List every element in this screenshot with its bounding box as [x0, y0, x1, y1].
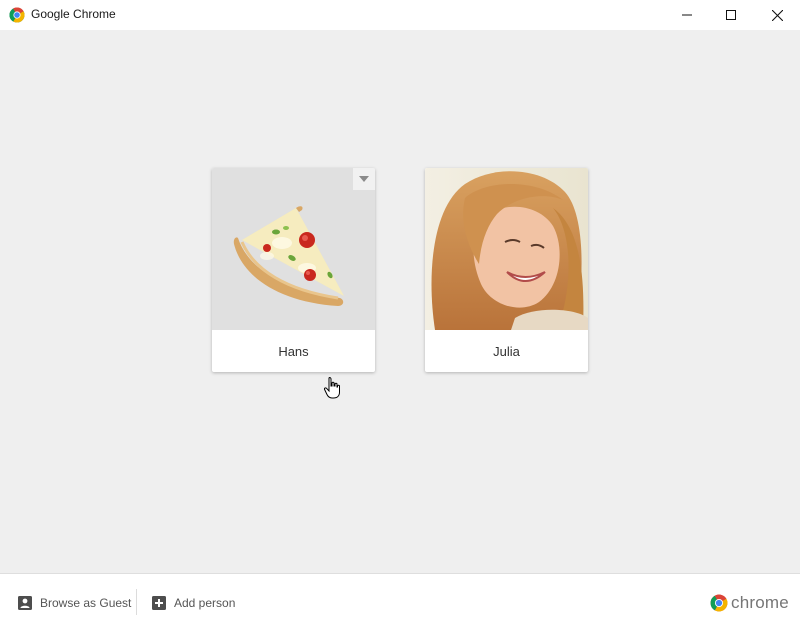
minimize-button[interactable]: [664, 0, 710, 30]
guest-label: Browse as Guest: [40, 596, 132, 610]
window-title: Google Chrome: [31, 7, 116, 21]
person-badge-icon: [18, 596, 32, 610]
profile-card-hans[interactable]: Hans: [212, 168, 375, 372]
add-person-label: Add person: [174, 596, 236, 610]
pizza-slice-avatar: [233, 206, 344, 306]
profile-menu-button[interactable]: [353, 168, 375, 190]
minimize-icon: [682, 14, 692, 16]
browse-as-guest-button[interactable]: Browse as Guest: [18, 592, 131, 614]
profile-name[interactable]: Julia: [425, 330, 588, 372]
profile-avatar[interactable]: [425, 168, 588, 330]
chrome-logo-icon: [9, 7, 25, 23]
user-photo-avatar: [425, 168, 588, 330]
chrome-brand: chrome: [710, 593, 789, 613]
hand-pointer-icon: [324, 377, 340, 399]
brand-wordmark: chrome: [731, 593, 789, 612]
maximize-button[interactable]: [708, 0, 754, 30]
profile-picker: Hans Julia: [0, 30, 800, 573]
maximize-icon: [726, 10, 736, 20]
title-bar: Google Chrome: [0, 0, 800, 30]
chrome-logo-icon: [710, 594, 728, 612]
chevron-down-icon: [359, 176, 369, 182]
profile-name[interactable]: Hans: [212, 330, 375, 372]
profile-avatar[interactable]: [212, 168, 375, 330]
close-icon: [771, 9, 783, 21]
plus-box-icon: [152, 596, 166, 610]
footer-divider: [136, 589, 137, 615]
close-button[interactable]: [754, 0, 800, 30]
profile-card-julia[interactable]: Julia: [425, 168, 588, 372]
footer-bar: Browse as Guest Add person chrome: [0, 573, 800, 630]
add-person-button[interactable]: Add person: [152, 592, 235, 614]
